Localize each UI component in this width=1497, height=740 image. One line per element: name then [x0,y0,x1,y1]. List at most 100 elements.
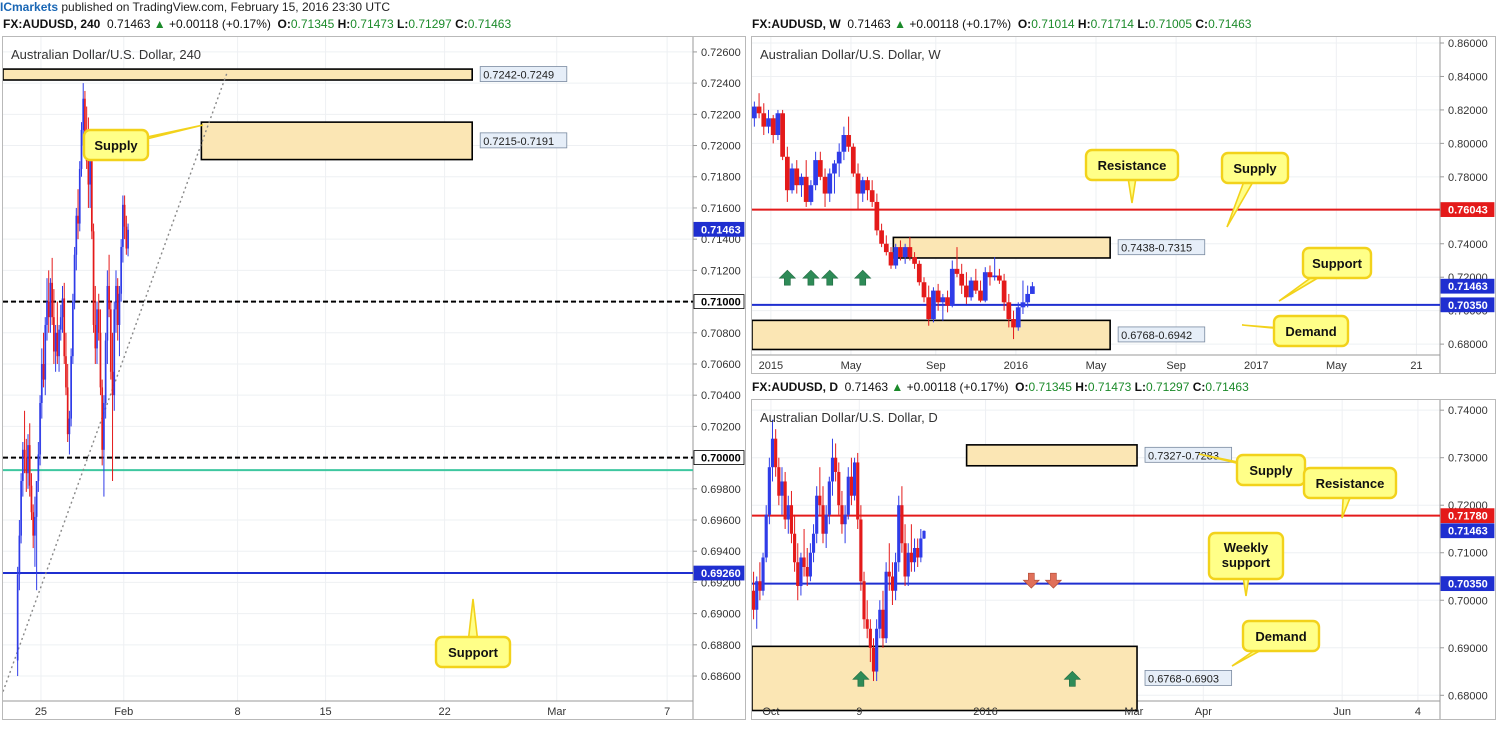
candle-body [109,309,112,372]
x-tick-label: 21 [1410,360,1422,372]
candle-body [1025,293,1031,303]
daily-chart-svg[interactable]: 0.7327-0.72830.6768-0.6903SupplyResistan… [752,400,1495,719]
h4-chart-panel[interactable]: 0.7242-0.7249 0.7215-0.7191 Supply Support A… [2,36,746,720]
candle-body [796,562,800,587]
candle-body [921,282,927,298]
candle-body [1030,286,1035,294]
daily-chart-panel[interactable]: 0.7327-0.7283 0.6768-0.6903 Supply Resistan… [751,399,1496,720]
candle-body [786,505,790,520]
candle-body [940,297,946,303]
supply-demand-zone [200,121,474,161]
supply-demand-zone [965,444,1138,467]
candle-body [775,113,781,136]
candle-body [80,129,83,169]
x-tick-label: Jun [1333,706,1351,718]
up-triangle-icon: ▲ [894,17,906,31]
h4-symbol[interactable]: FX:AUDUSD, 240 [3,17,100,31]
candle-body [887,571,891,577]
zone-range-label: 0.7438-0.7315 [1121,243,1192,255]
publish-text: published on TradingView.com, February 1… [58,0,391,14]
candle-body [931,290,936,320]
candle-body [755,581,759,610]
candle-body [780,481,784,496]
candle-body [46,301,48,325]
candle-body [890,576,895,591]
candle-body [90,161,93,232]
candle-body [87,161,90,185]
up-arrow-icon [821,269,839,286]
daily-symbol[interactable]: FX:AUDUSD, D [752,380,838,394]
y-tick-label: 0.69600 [701,515,741,527]
weekly-symbol-header: FX:AUDUSD, W 0.71463 ▲ +0.00118 (+0.17%)… [752,16,1251,32]
candle-body [40,363,43,403]
candle-body [127,229,129,249]
candle-body [903,543,907,577]
brand-logo[interactable]: ICmarkets [0,0,58,14]
candle-body [97,309,100,333]
daily-l-label: L: [1134,380,1146,394]
price-badge-label: 0.70000 [701,453,741,465]
candle-body [16,574,19,661]
h4-symbol-header: FX:AUDUSD, 240 0.71463 ▲ +0.00118 (+0.17… [3,16,511,32]
candle-body [865,619,869,629]
candle-body [912,547,917,563]
candle-body [799,176,804,186]
x-tick-label: 22 [438,706,450,718]
weekly-symbol[interactable]: FX:AUDUSD, W [752,17,841,31]
candle-body [44,324,47,380]
candle-body [1001,280,1007,303]
candle-body [1011,319,1016,328]
candle-body [53,317,55,352]
price-badge-label: 0.76043 [1448,205,1488,217]
candle-body [893,247,899,266]
candle-body [909,552,913,563]
candle-body [874,201,880,231]
daily-h-label: H: [1075,380,1088,394]
candle-body [841,135,847,152]
weekly-chart-svg[interactable]: 0.7438-0.7315 0.6768-0.6942 Resistance Supp… [752,37,1495,373]
x-tick-label: Mar [1124,706,1143,718]
weekly-open: 0.71014 [1031,17,1075,31]
x-tick-label: 2015 [759,360,783,372]
candle-body [63,298,66,357]
candle-body [94,324,97,349]
x-tick-label: 7 [664,706,670,718]
y-tick-label: 0.72400 [701,78,741,90]
h4-low: 0.71297 [408,17,452,31]
candle-body [894,562,898,591]
candle-body [912,257,917,264]
candle-body [949,268,955,306]
h4-chart-svg[interactable]: 0.7242-0.7249 0.7215-0.7191 Supply Support A… [3,37,745,719]
y-tick-label: 0.70000 [1448,595,1488,607]
price-badge-label: 0.71000 [701,297,741,309]
candle-body [103,402,105,450]
candle-body [871,647,876,672]
supply-demand-zone [892,236,1111,259]
candle-body [846,135,851,147]
y-tick-label: 0.72000 [701,141,741,153]
y-tick-label: 0.71600 [701,203,741,215]
candle-body [855,173,861,194]
x-tick-label: 9 [856,706,862,718]
weekly-change: +0.00118 (+0.17%) [909,17,1012,31]
callout-label: support [1222,555,1271,570]
candle-body [821,505,825,534]
daily-high: 0.71473 [1087,380,1132,394]
daily-symbol-header: FX:AUDUSD, D 0.71463 ▲ +0.00118 (+0.17%)… [752,379,1249,395]
x-tick-label: 8 [235,706,241,718]
candle-body [916,263,922,283]
candle-body [30,485,33,513]
candle-body [59,317,62,330]
x-tick-label: Mar [547,706,566,718]
candle-body [902,247,908,258]
candle-body [118,293,121,325]
up-triangle-icon: ▲ [891,380,904,394]
callout-label: Supply [1249,463,1293,478]
candle-body [77,215,79,224]
candle-body [61,298,64,318]
candle-body [959,273,965,286]
x-tick-label: Sep [926,360,946,372]
weekly-chart-panel[interactable]: 0.7438-0.7315 0.6768-0.6942 Resistance Supp… [751,36,1496,374]
weekly-close: 0.71463 [1208,17,1252,31]
candle-body [900,505,904,544]
